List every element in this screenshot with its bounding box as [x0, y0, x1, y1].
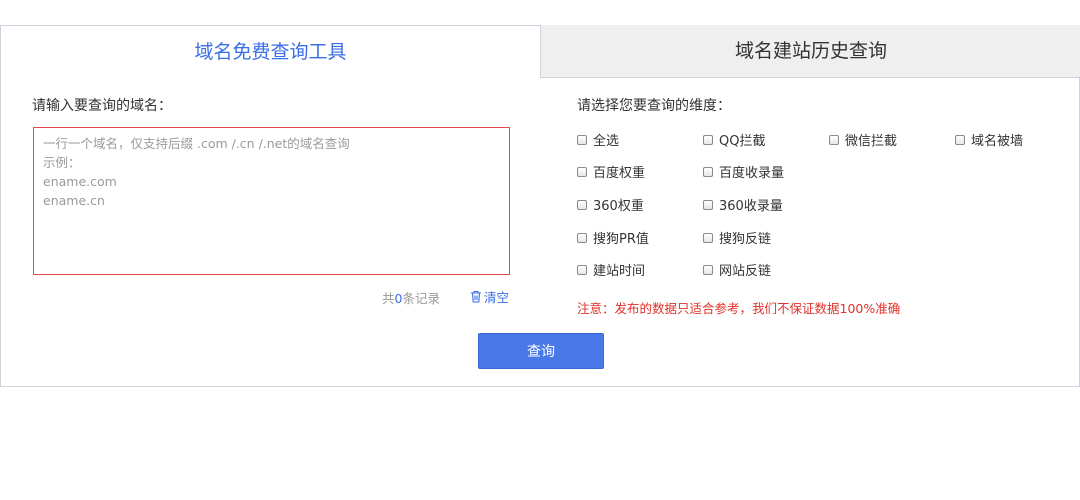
option-label: 搜狗PR值 [593, 232, 649, 247]
clear-button[interactable]: 清空 [470, 287, 509, 306]
option-site-build-time[interactable]: 建站时间 [577, 260, 645, 279]
checkbox[interactable] [703, 166, 713, 177]
checkbox[interactable] [577, 166, 587, 177]
record-count: 共0条记录 [382, 288, 440, 307]
trash-icon [471, 290, 481, 303]
option-baidu-index[interactable]: 百度收录量 [703, 162, 784, 181]
option-sogou-pr[interactable]: 搜狗PR值 [577, 228, 649, 247]
checkbox[interactable] [829, 134, 839, 145]
option-360-weight[interactable]: 360权重 [577, 195, 644, 214]
checkbox[interactable] [955, 134, 965, 145]
tab-bar: 域名免费查询工具 域名建站历史查询 [1, 25, 1080, 79]
option-domain-blocked[interactable]: 域名被墙 [955, 130, 1023, 149]
option-label: 微信拦截 [845, 134, 898, 149]
dimension-label: 请选择您要查询的维度： [577, 98, 731, 114]
record-count-suffix: 条记录 [402, 291, 440, 306]
checkbox[interactable] [577, 199, 587, 210]
option-label: QQ拦截 [719, 134, 766, 149]
option-label: 360权重 [593, 199, 644, 214]
checkbox[interactable] [577, 264, 587, 275]
option-select-all[interactable]: 全选 [577, 130, 619, 149]
option-label: 全选 [593, 134, 620, 149]
query-button[interactable]: 查询 [478, 333, 604, 369]
option-site-backlinks[interactable]: 网站反链 [703, 260, 771, 279]
checkbox[interactable] [577, 232, 587, 243]
option-qq-block[interactable]: QQ拦截 [703, 130, 765, 149]
query-panel: 域名免费查询工具 域名建站历史查询 请输入要查询的域名： 共0条记录 清空 请选… [0, 25, 1080, 387]
option-label: 百度收录量 [719, 166, 785, 181]
disclaimer-notice: 注意：发布的数据只适合参考，我们不保证数据100%准确 [577, 301, 901, 316]
option-label: 网站反链 [719, 264, 772, 279]
option-label: 360收录量 [719, 199, 783, 214]
option-baidu-weight[interactable]: 百度权重 [577, 162, 645, 181]
checkbox[interactable] [703, 134, 713, 145]
checkbox[interactable] [703, 264, 713, 275]
option-sogou-backlinks[interactable]: 搜狗反链 [703, 228, 771, 247]
option-label: 域名被墙 [971, 134, 1024, 149]
option-label: 百度权重 [593, 166, 646, 181]
domain-input[interactable] [33, 127, 510, 275]
option-360-index[interactable]: 360收录量 [703, 195, 783, 214]
checkbox[interactable] [703, 232, 713, 243]
record-count-prefix: 共 [382, 291, 395, 306]
tab-domain-site-history[interactable]: 域名建站历史查询 [540, 25, 1080, 78]
checkbox[interactable] [703, 199, 713, 210]
option-label: 搜狗反链 [719, 232, 772, 247]
tab-domain-free-query[interactable]: 域名免费查询工具 [1, 26, 540, 79]
option-label: 建站时间 [593, 264, 646, 279]
checkbox[interactable] [577, 134, 587, 145]
clear-label: 清空 [484, 290, 510, 305]
domain-input-label: 请输入要查询的域名： [32, 98, 172, 114]
option-wechat-block[interactable]: 微信拦截 [829, 130, 897, 149]
